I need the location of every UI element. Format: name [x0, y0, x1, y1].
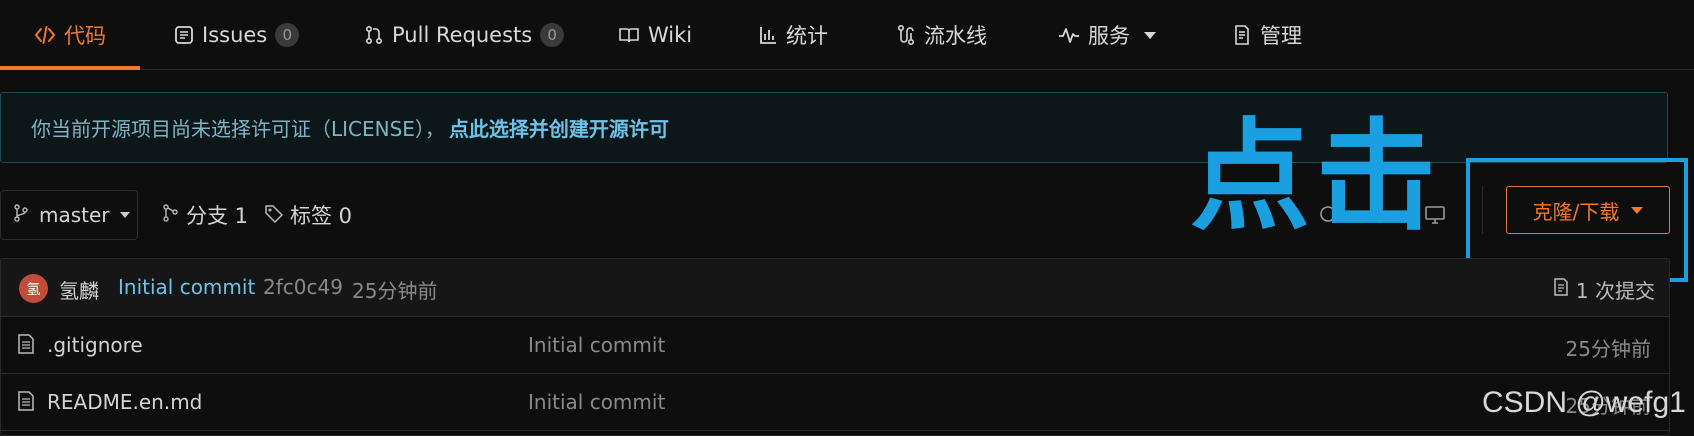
chevron-down-icon — [119, 212, 130, 218]
commit-history-icon — [1552, 277, 1570, 302]
csdn-watermark: CSDN @wefg1 — [1482, 386, 1686, 419]
tab-pipeline[interactable]: 流水线 — [896, 0, 987, 70]
tab-statistics[interactable]: 统计 — [758, 0, 828, 70]
avatar[interactable]: 氢 — [19, 274, 48, 303]
toolbar-divider — [1482, 186, 1483, 234]
search-icon[interactable] — [1312, 198, 1346, 232]
branch-selector[interactable]: master — [0, 190, 138, 240]
commit-message[interactable]: Initial commit — [118, 275, 255, 299]
tags-link[interactable]: 标签 0 — [264, 190, 352, 240]
file-commit-message[interactable]: Initial commit — [528, 390, 665, 414]
file-icon — [17, 333, 35, 360]
pipeline-icon — [896, 24, 916, 46]
file-name[interactable]: README.en.md — [47, 390, 202, 414]
tab-issues-label: Issues — [202, 23, 268, 47]
issues-icon — [174, 25, 194, 45]
repo-tab-bar: 代码 Issues 0 Pull Requests 0 Wiki 统计 流水线 — [0, 0, 1694, 70]
tab-statistics-label: 统计 — [786, 24, 828, 48]
license-notice: 你当前开源项目尚未选择许可证（LICENSE）， 点此选择并创建开源许可 — [0, 92, 1668, 163]
file-list-panel: 氢 氢麟 Initial commit 2fc0c49 25分钟前 1 次提交 … — [0, 258, 1670, 436]
file-name[interactable]: .gitignore — [47, 333, 143, 357]
chevron-down-icon — [1144, 31, 1156, 39]
clone-download-button[interactable]: 克隆/下载 — [1506, 186, 1670, 234]
pull-request-icon — [364, 25, 384, 45]
code-icon — [34, 25, 56, 45]
latest-commit-row: 氢 氢麟 Initial commit 2fc0c49 25分钟前 1 次提交 — [1, 259, 1669, 317]
file-icon — [17, 390, 35, 417]
branches-label: 分支 1 — [186, 204, 249, 228]
web-ide-icon[interactable] — [1418, 198, 1452, 232]
create-license-link[interactable]: 点此选择并创建开源许可 — [449, 113, 669, 142]
issues-count-badge: 0 — [275, 23, 300, 47]
active-tab-indicator — [0, 66, 140, 70]
tab-wiki-label: Wiki — [648, 23, 693, 47]
branch-icon — [13, 203, 29, 228]
commit-count-label: 1 次提交 — [1575, 279, 1655, 303]
tab-pipeline-label: 流水线 — [924, 24, 987, 48]
tab-issues[interactable]: Issues 0 — [174, 0, 300, 70]
tab-services-label: 服务 — [1088, 24, 1130, 48]
add-file-icon[interactable] — [1364, 198, 1398, 232]
branch-name: master — [39, 203, 110, 227]
bar-chart-icon — [758, 25, 778, 45]
commit-time: 25分钟前 — [352, 279, 438, 303]
tab-manage-label: 管理 — [1260, 24, 1302, 48]
tab-manage[interactable]: 管理 — [1232, 0, 1302, 70]
tab-services[interactable]: 服务 — [1058, 0, 1156, 70]
chevron-down-icon — [1631, 206, 1644, 214]
tab-wiki[interactable]: Wiki — [618, 0, 692, 70]
table-row[interactable]: README.en.md Initial commit 25分钟前 — [1, 374, 1669, 431]
tab-pull-requests-label: Pull Requests — [392, 23, 533, 47]
commit-count-link[interactable]: 1 次提交 — [1552, 275, 1655, 304]
tab-code[interactable]: 代码 — [34, 0, 106, 70]
tags-label: 标签 0 — [290, 204, 353, 228]
pull-requests-count-badge: 0 — [540, 23, 565, 47]
branches-link[interactable]: 分支 1 — [162, 190, 248, 240]
book-icon — [618, 25, 640, 45]
commit-author[interactable]: 氢麟 — [59, 275, 99, 304]
settings-doc-icon — [1232, 24, 1252, 46]
tab-pull-requests[interactable]: Pull Requests 0 — [364, 0, 565, 70]
license-notice-text: 你当前开源项目尚未选择许可证（LICENSE）， — [31, 117, 445, 141]
file-commit-message[interactable]: Initial commit — [528, 333, 665, 357]
pulse-icon — [1058, 25, 1080, 45]
branch-count-icon — [162, 203, 180, 228]
clone-download-label: 克隆/下载 — [1532, 199, 1620, 224]
file-commit-time: 25分钟前 — [1565, 337, 1651, 361]
tab-code-label: 代码 — [64, 24, 106, 48]
tag-icon — [264, 203, 284, 228]
commit-sha[interactable]: 2fc0c49 — [263, 275, 343, 299]
table-row[interactable]: .gitignore Initial commit 25分钟前 — [1, 317, 1669, 374]
